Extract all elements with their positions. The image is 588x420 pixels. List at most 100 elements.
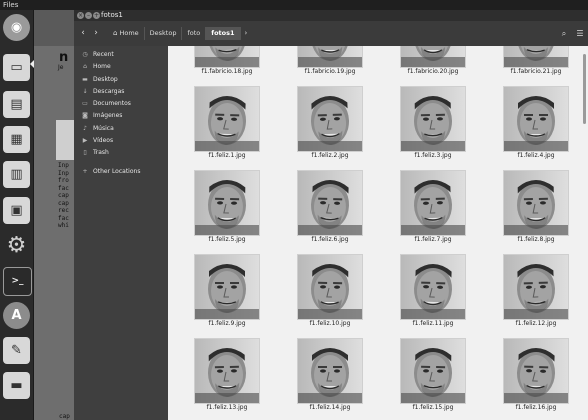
files-app-icon: ▭ (3, 54, 30, 81)
file-name-label: f1.feliz.4.jpg (517, 152, 555, 159)
terminal-icon: >_ (3, 267, 32, 296)
image-thumbnail (194, 170, 260, 236)
breadcrumb-label: fotos1 (211, 29, 235, 37)
window-title: fotos1 (101, 11, 123, 19)
background-terminal-window[interactable]: n Je Inp Inp fro fac cap cap rec fac whi… (34, 10, 74, 420)
search-button[interactable]: ⌕ (558, 27, 570, 40)
image-thumbnail (400, 170, 466, 236)
sidebar-item-descargas[interactable]: ↓ Descargas (74, 86, 168, 98)
file-name-label: f1.fabricio.19.jpg (304, 68, 356, 75)
forward-button[interactable]: › (90, 27, 102, 40)
file-item[interactable]: f1.feliz.9.jpg (194, 254, 260, 332)
chevron-right-icon[interactable]: › (241, 27, 248, 40)
breadcrumb-fotos1[interactable]: fotos1 (206, 27, 241, 40)
image-thumbnail (194, 86, 260, 152)
sidebar-item-label: Home (93, 63, 111, 71)
updater-icon: A (3, 302, 30, 329)
drive-icon: ▬ (3, 372, 30, 399)
file-name-label: f1.feliz.9.jpg (208, 320, 246, 327)
scrollbar[interactable] (583, 54, 586, 124)
sidebar-item-trash[interactable]: ▯ Trash (74, 147, 168, 159)
settings-gear-icon: ⚙ (6, 233, 27, 258)
file-item[interactable]: f1.feliz.2.jpg (297, 86, 363, 164)
sidebar-item-label: Desktop (93, 75, 118, 83)
file-name-label: f1.feliz.2.jpg (311, 152, 349, 159)
image-thumbnail (400, 338, 466, 404)
breadcrumb-label: Desktop (149, 29, 177, 37)
sidebar-item-vídeos[interactable]: ▶ Vídeos (74, 135, 168, 147)
sidebar-item-desktop[interactable]: ▬ Desktop (74, 74, 168, 86)
file-name-label: f1.feliz.5.jpg (208, 236, 246, 243)
folder-icon: ▬ (82, 75, 88, 83)
image-thumbnail (400, 86, 466, 152)
launcher-ubuntu-dash-button[interactable]: ◉ (3, 14, 30, 41)
music-icon: ♪ (83, 124, 87, 132)
launcher-settings-gear-button[interactable]: ⚙ (3, 232, 30, 259)
file-item[interactable]: f1.fabricio.20.jpg (400, 46, 466, 80)
sidebar-item-home[interactable]: ⌂ Home (74, 61, 168, 73)
sidebar-item-label: Música (93, 124, 114, 132)
launcher-software-center-button[interactable]: ▣ (3, 197, 30, 224)
launcher-updater-button[interactable]: A (3, 302, 30, 329)
file-item[interactable]: f1.fabricio.21.jpg (503, 46, 569, 80)
file-item[interactable]: f1.feliz.14.jpg (297, 338, 363, 416)
download-icon: ↓ (82, 87, 88, 95)
camera-icon: ◙ (82, 112, 88, 120)
launcher-document-viewer-button[interactable]: ▤ (3, 91, 30, 118)
ubuntu-dash-icon: ◉ (3, 14, 30, 41)
sidebar-item-documentos[interactable]: ▭ Documentos (74, 98, 168, 110)
breadcrumb-label: Home (119, 29, 139, 37)
image-thumbnail (297, 254, 363, 320)
file-item[interactable]: f1.feliz.4.jpg (503, 86, 569, 164)
image-thumbnail (297, 46, 363, 68)
breadcrumb-desktop[interactable]: Desktop (145, 27, 183, 40)
launcher-drive-button[interactable]: ▬ (3, 372, 30, 399)
sidebar-item-label: Documentos (93, 100, 131, 108)
file-name-label: f1.feliz.13.jpg (206, 404, 248, 411)
launcher-text-editor-button[interactable]: ✎ (3, 337, 30, 364)
text-editor-icon: ✎ (3, 337, 30, 364)
file-item[interactable]: f1.feliz.11.jpg (400, 254, 466, 332)
view-options-button[interactable]: ☰ (574, 27, 586, 40)
file-item[interactable]: f1.feliz.13.jpg (194, 338, 260, 416)
file-item[interactable]: f1.feliz.8.jpg (503, 170, 569, 248)
minimize-icon[interactable]: – (85, 12, 92, 19)
plus-icon: + (82, 167, 88, 175)
file-item[interactable]: f1.feliz.3.jpg (400, 86, 466, 164)
file-item[interactable]: f1.feliz.16.jpg (503, 338, 569, 416)
launcher: ◉ ▭ ▤ ▦ ▥ ▣ ⚙ >_ A ✎ ▬ (0, 10, 34, 420)
terminal-heading-fragment: n (59, 50, 69, 65)
launcher-spreadsheet-button[interactable]: ▦ (3, 126, 30, 153)
launcher-files-app-button[interactable]: ▭ (3, 54, 30, 81)
file-name-label: f1.feliz.7.jpg (414, 236, 452, 243)
file-name-label: f1.fabricio.21.jpg (510, 68, 562, 75)
close-icon[interactable]: × (77, 12, 84, 19)
file-item[interactable]: f1.feliz.6.jpg (297, 170, 363, 248)
maximize-icon[interactable]: + (93, 12, 100, 19)
sidebar-item-música[interactable]: ♪ Música (74, 123, 168, 135)
image-thumbnail (194, 338, 260, 404)
file-item[interactable]: f1.feliz.7.jpg (400, 170, 466, 248)
breadcrumb-foto[interactable]: foto (182, 27, 207, 40)
file-item[interactable]: f1.feliz.1.jpg (194, 86, 260, 164)
launcher-presentation-button[interactable]: ▥ (3, 161, 30, 188)
file-item[interactable]: f1.feliz.5.jpg (194, 170, 260, 248)
launcher-terminal-button[interactable]: >_ (3, 267, 32, 296)
document-viewer-icon: ▤ (3, 91, 30, 118)
sidebar-item-other-locations[interactable]: + Other Locations (74, 166, 168, 178)
image-thumbnail (503, 338, 569, 404)
back-button[interactable]: ‹ (77, 27, 89, 40)
file-item[interactable]: f1.fabricio.19.jpg (297, 46, 363, 80)
file-item[interactable]: f1.fabricio.18.jpg (194, 46, 260, 80)
terminal-bottom-text: cap cap (59, 413, 70, 420)
sidebar-item-recent[interactable]: ◷ Recent (74, 49, 168, 61)
home-icon: ⌂ (83, 63, 87, 71)
file-item[interactable]: f1.feliz.12.jpg (503, 254, 569, 332)
file-name-label: f1.feliz.3.jpg (414, 152, 452, 159)
terminal-subheading-fragment: Je (58, 64, 64, 71)
breadcrumb-home[interactable]: ⌂ Home (108, 27, 145, 40)
sidebar-item-imágenes[interactable]: ◙ Imágenes (74, 110, 168, 122)
file-item[interactable]: f1.feliz.10.jpg (297, 254, 363, 332)
places-sidebar: ◷ Recent ⌂ Home ▬ Desktop ↓ Descargas ▭ Documento… (74, 46, 168, 420)
file-item[interactable]: f1.feliz.15.jpg (400, 338, 466, 416)
